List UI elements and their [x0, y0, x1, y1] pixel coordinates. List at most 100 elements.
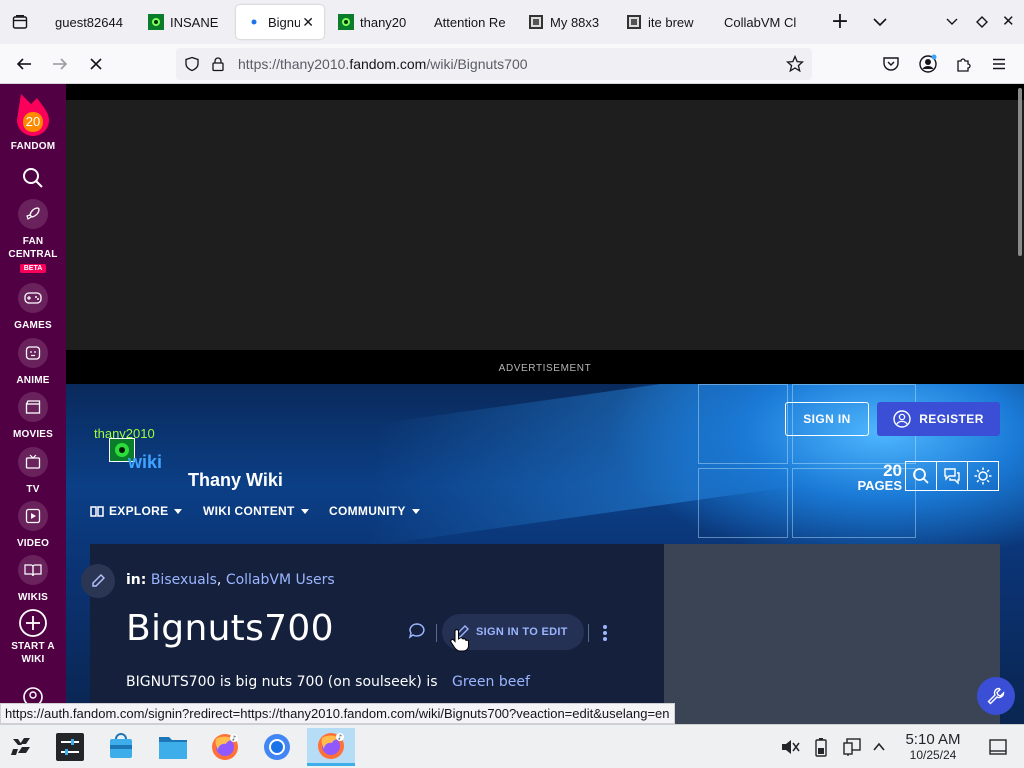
stop-loading-icon[interactable] — [78, 48, 114, 80]
green-square-icon — [338, 14, 354, 30]
wiki-content-menu[interactable]: WIKI CONTENT — [203, 504, 309, 518]
url-text[interactable]: https://thany2010.fandom.com/wiki/Bignut… — [238, 56, 528, 72]
community-menu[interactable]: COMMUNITY — [329, 504, 420, 518]
file-manager-icon[interactable] — [153, 728, 193, 766]
register-label: REGISTER — [919, 412, 984, 426]
chevron-down-icon — [174, 508, 183, 514]
sidebar-item-anime[interactable]: ANIME — [0, 338, 66, 387]
sidebar-item-label: ANIME — [16, 375, 50, 386]
wiki-logo[interactable]: thany2010 wiki — [92, 424, 166, 476]
advertisement-slot: ADVERTISEMENT — [66, 84, 1024, 384]
tab-title: Attention Re — [434, 14, 506, 30]
forward-arrow-icon[interactable] — [42, 48, 78, 80]
bookmark-star-icon[interactable] — [785, 54, 805, 76]
tab-attention[interactable]: Attention Re — [420, 0, 518, 44]
sign-in-button[interactable]: SIGN IN — [785, 402, 869, 436]
book-icon — [18, 555, 48, 585]
close-icon[interactable]: ✕ — [302, 14, 314, 31]
back-arrow-icon[interactable] — [6, 48, 42, 80]
tab-guest[interactable]: guest82644 — [40, 0, 138, 44]
tab-title: INSANE C — [170, 14, 222, 30]
tab-thany[interactable]: thany20 — [328, 0, 420, 44]
tab-brew[interactable]: ite brew — [616, 0, 712, 44]
wiki-tools-button[interactable] — [977, 677, 1015, 715]
clock[interactable]: 5:10 AM 10/25/24 — [894, 731, 972, 762]
clock-time: 5:10 AM — [905, 731, 961, 748]
divider — [588, 624, 589, 642]
sidebar-item-video[interactable]: VIDEO — [0, 501, 66, 550]
tracking-shield-icon[interactable] — [184, 56, 202, 72]
tab-title: My 88x3 — [550, 14, 600, 30]
tab-insane[interactable]: INSANE C — [138, 0, 232, 44]
system-settings-icon[interactable] — [50, 728, 90, 766]
pages-label: PAGES — [857, 478, 902, 493]
account-icon[interactable] — [918, 54, 938, 78]
extensions-puzzle-icon[interactable] — [955, 55, 973, 77]
battery-icon[interactable] — [814, 737, 828, 761]
wiki-name[interactable]: Thany Wiki — [188, 470, 283, 491]
sidebar-item-fan-central[interactable]: FAN CENTRAL BETA — [0, 199, 66, 273]
green-beef-link[interactable]: Green beef — [452, 674, 530, 690]
app-launcher-icon[interactable] — [2, 728, 42, 766]
tab-my88x3[interactable]: My 88x3 — [518, 0, 616, 44]
discussions-button[interactable] — [936, 461, 968, 491]
pocket-icon[interactable] — [882, 55, 900, 77]
tab-collabvm[interactable]: CollabVM Cl — [712, 0, 808, 44]
network-icon[interactable] — [842, 737, 862, 761]
tab-bignuts[interactable]: Bignut ✕ — [236, 5, 324, 39]
theme-toggle-button[interactable] — [967, 461, 999, 491]
explore-label: EXPLORE — [109, 504, 169, 518]
window-close-icon[interactable]: ✕ — [1002, 12, 1015, 30]
sidebar-item-start-wiki[interactable]: START A WIKI — [0, 608, 66, 666]
fandom-flame-icon: 20 — [17, 94, 49, 136]
window-pane-decoration — [698, 384, 788, 464]
article-content: in: Bisexuals, CollabVM Users Bignuts700… — [81, 544, 664, 724]
comments-icon[interactable] — [408, 622, 426, 644]
show-desktop-icon[interactable] — [988, 737, 1008, 761]
chromium-icon[interactable] — [257, 728, 297, 766]
explore-menu[interactable]: EXPLORE — [90, 504, 183, 518]
more-actions-icon[interactable] — [602, 624, 610, 642]
window-pane-decoration — [698, 468, 788, 538]
article-body-text: BIGNUTS700 is big nuts 700 (on soulseek)… — [126, 674, 438, 690]
chevron-down-icon — [411, 508, 420, 514]
play-icon — [18, 501, 48, 531]
ad-frame — [66, 100, 1024, 350]
firefox-icon[interactable]: ♪ — [205, 728, 245, 766]
firefox-active-icon[interactable]: ♪ — [307, 728, 355, 766]
tab-list-icon[interactable] — [0, 0, 40, 44]
sidebar-item-movies[interactable]: MOVIES — [0, 392, 66, 441]
url-path: /wiki/Bignuts700 — [426, 56, 528, 72]
register-button[interactable]: REGISTER — [877, 402, 1000, 436]
wrench-icon — [987, 687, 1005, 705]
pages-count: 20 — [883, 461, 902, 480]
beta-badge: BETA — [19, 264, 47, 273]
maximize-diamond-icon[interactable] — [974, 14, 990, 34]
category-link[interactable]: Bisexuals — [151, 572, 217, 588]
wiki-search-button[interactable] — [905, 461, 937, 491]
search-icon — [23, 168, 43, 188]
sidebar-item-label: GAMES — [14, 320, 52, 331]
fandom-logo[interactable]: 20 FANDOM — [0, 92, 66, 153]
tv-icon — [18, 447, 48, 477]
new-tab-plus-icon[interactable]: + — [828, 8, 852, 36]
sidebar-item-wikis[interactable]: WIKIS — [0, 555, 66, 604]
tab-overflow-chevron-icon[interactable] — [870, 12, 890, 32]
right-rail-ad — [664, 544, 1000, 724]
category-edit-button[interactable] — [81, 564, 115, 598]
url-bar[interactable]: https://thany2010.fandom.com/wiki/Bignut… — [176, 48, 812, 80]
sidebar-search[interactable] — [0, 166, 66, 190]
volume-muted-icon[interactable] — [780, 737, 800, 761]
tray-expand-chevron-icon[interactable] — [871, 739, 887, 759]
minimize-chevron-icon[interactable] — [944, 14, 960, 34]
sidebar-item-games[interactable]: GAMES — [0, 283, 66, 332]
clapper-icon — [18, 392, 48, 422]
sidebar-item-tv[interactable]: TV — [0, 447, 66, 496]
sidebar-item-label: VIDEO — [16, 538, 50, 549]
wiki-header: thany2010 wiki Thany Wiki SIGN IN REGIST… — [66, 384, 1024, 724]
page-scrollbar[interactable] — [1018, 88, 1022, 256]
lock-icon[interactable] — [210, 56, 228, 72]
hamburger-menu-icon[interactable] — [991, 56, 1007, 76]
category-link[interactable]: CollabVM Users — [226, 572, 335, 588]
discover-store-icon[interactable] — [101, 728, 141, 766]
